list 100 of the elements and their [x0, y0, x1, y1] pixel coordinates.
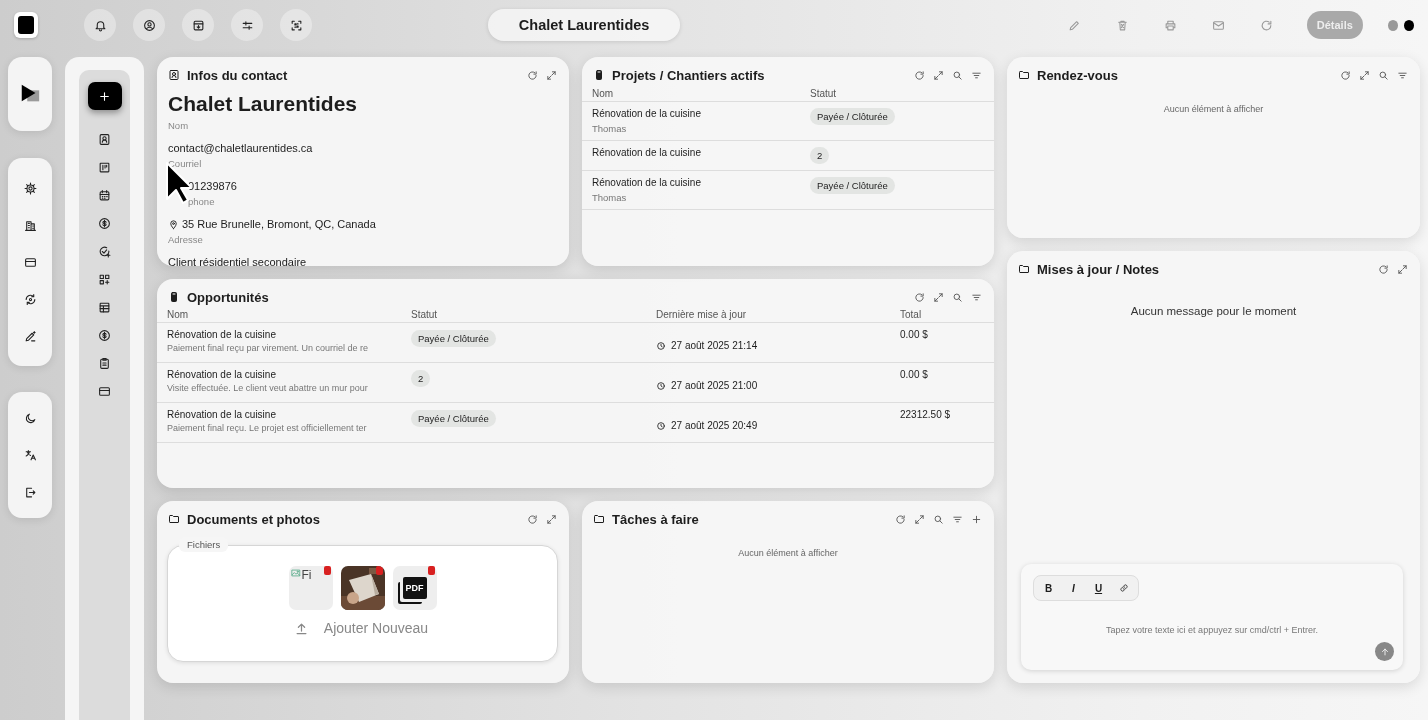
project-name[interactable]: Rénovation de la cuisine [592, 177, 810, 188]
note-placeholder[interactable]: Tapez votre texte ici et appuyez sur cmd/ctrl + Entrer. [1033, 625, 1391, 635]
column-header[interactable]: Statut [810, 88, 984, 99]
refresh-icon[interactable] [914, 69, 925, 81]
expand-icon[interactable] [933, 69, 944, 81]
indicator-dot [1403, 19, 1414, 31]
opportunity-name[interactable]: Rénovation de la cuisine [167, 329, 411, 340]
status-badge: Payée / Clôturée [411, 410, 496, 427]
column-header[interactable]: Nom [592, 88, 810, 99]
format-button[interactable]: B [1038, 579, 1059, 597]
refresh-icon[interactable] [1340, 69, 1351, 81]
refresh-icon[interactable] [527, 513, 538, 525]
logout-icon[interactable] [23, 485, 37, 499]
card-icon[interactable] [23, 255, 37, 269]
field-label: Nom [168, 120, 190, 131]
settings-icon[interactable] [23, 181, 37, 195]
folder-icon [168, 513, 180, 525]
project-name[interactable]: Rénovation de la cuisine [592, 108, 810, 119]
column-header[interactable]: Total [900, 309, 984, 320]
updated-date: 27 août 2025 20:49 [671, 420, 758, 431]
column-header[interactable]: Nom [167, 309, 411, 320]
updated-date: 27 août 2025 21:00 [671, 380, 758, 391]
column-header[interactable]: Statut [411, 309, 656, 320]
opportunity-note: Paiement final reçu par virement. Un courriel de re [167, 343, 370, 353]
archive-button[interactable] [182, 9, 215, 41]
note-editor[interactable]: B I U Tapez votre texte ici et appuyez sur cmd/ctrl + Entrer. [1021, 564, 1403, 670]
delete-badge[interactable] [323, 566, 331, 575]
user-icon [142, 18, 156, 32]
format-button[interactable]: I [1063, 579, 1084, 597]
refresh-icon[interactable] [914, 291, 925, 303]
empty-message: Aucun message pour le moment [1129, 305, 1298, 319]
sliders-icon [240, 18, 254, 32]
edit-icon[interactable] [23, 329, 37, 343]
profile-button[interactable] [133, 9, 166, 41]
archive-icon [191, 18, 205, 32]
total-amount: 0.00 $ [900, 329, 928, 340]
project-assignee: Thomas [592, 123, 628, 134]
opportunity-name[interactable]: Rénovation de la cuisine [167, 369, 411, 380]
sync-icon[interactable] [23, 292, 37, 306]
expand-icon[interactable] [546, 69, 557, 81]
field-value: 35 Rue Brunelle, Bromont, QC, Canada [182, 218, 376, 230]
plus-icon [98, 89, 111, 103]
folder-icon [593, 513, 605, 525]
kanban-icon[interactable] [98, 161, 111, 174]
add-icon[interactable] [971, 513, 982, 525]
status-badge: Payée / Clôturée [411, 330, 496, 347]
field-label: Courriel [168, 158, 203, 169]
building-icon[interactable] [23, 218, 37, 232]
expand-icon[interactable] [914, 513, 925, 525]
search-icon[interactable] [933, 513, 944, 525]
file-thumbnail[interactable]: Fi [288, 566, 333, 610]
clipboard-icon[interactable] [98, 357, 111, 370]
search-icon[interactable] [952, 291, 963, 303]
delete-badge[interactable] [427, 566, 435, 575]
moon-icon[interactable] [23, 411, 37, 425]
app-logo[interactable] [14, 12, 39, 38]
file-thumbnail[interactable]: PDF [392, 566, 437, 610]
phone-icon [593, 69, 605, 81]
scan-icon [289, 18, 303, 32]
table-icon[interactable] [98, 301, 111, 314]
total-amount: 0.00 $ [900, 369, 928, 380]
bell-icon [93, 18, 107, 32]
add-button[interactable] [87, 82, 122, 110]
refresh-icon[interactable] [527, 69, 538, 81]
expand-icon[interactable] [546, 513, 557, 525]
card-icon[interactable] [98, 385, 111, 398]
scan-button[interactable] [280, 9, 313, 41]
status-badge: 2 [810, 147, 830, 164]
field-label: Adresse [168, 234, 204, 245]
delete-badge[interactable] [375, 566, 383, 575]
translate-icon[interactable] [23, 448, 37, 462]
notifications-button[interactable] [84, 9, 117, 41]
card-title: Documents et photos [187, 511, 321, 527]
expand-icon[interactable] [1359, 69, 1370, 81]
refresh-icon[interactable] [895, 513, 906, 525]
location-pin-icon [168, 218, 179, 230]
upload-icon[interactable] [293, 620, 309, 636]
project-name[interactable]: Rénovation de la cuisine [592, 147, 810, 158]
settings-button[interactable] [231, 9, 264, 41]
link-icon [1118, 583, 1129, 593]
format-button[interactable]: U [1088, 579, 1109, 597]
contact-card-icon[interactable] [98, 133, 111, 146]
card-title: Opportunités [187, 289, 270, 305]
task-add-icon[interactable] [98, 245, 111, 258]
image-alt-text: Fi [301, 568, 312, 582]
send-button[interactable] [1375, 642, 1394, 661]
expand-icon[interactable] [933, 291, 944, 303]
search-icon[interactable] [952, 69, 963, 81]
opportunity-note: Visite effectuée. Le client veut abattre un mur pour [167, 383, 369, 393]
add-new-link[interactable]: Ajouter Nouveau [323, 620, 429, 636]
dollar-icon[interactable] [98, 217, 111, 230]
calendar-icon[interactable] [98, 189, 111, 202]
search-icon[interactable] [1378, 69, 1389, 81]
opportunity-name[interactable]: Rénovation de la cuisine [167, 409, 411, 420]
dollar-icon[interactable] [98, 329, 111, 342]
card-title: Tâches à faire [612, 511, 700, 527]
refresh-icon[interactable] [1378, 263, 1389, 275]
apps-add-icon[interactable] [98, 273, 111, 286]
column-header[interactable]: Dernière mise à jour [656, 309, 900, 320]
expand-icon[interactable] [1397, 263, 1408, 275]
